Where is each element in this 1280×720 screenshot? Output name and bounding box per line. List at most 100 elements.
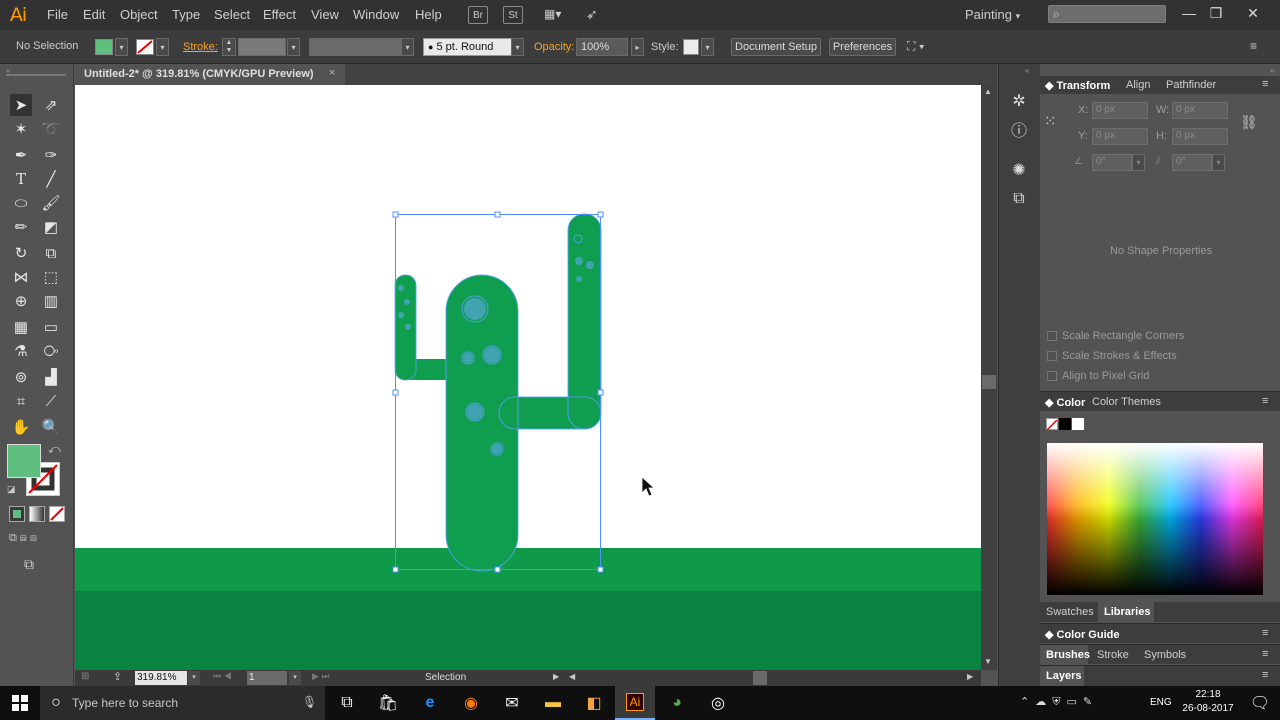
- control-panel-menu-icon[interactable]: ≡: [1250, 39, 1257, 53]
- column-graph-tool-icon[interactable]: ▟: [40, 366, 62, 388]
- opacity-label[interactable]: Opacity:: [534, 41, 574, 53]
- first-artboard-icon[interactable]: ⏮ ◀: [213, 671, 232, 682]
- rotate-tool-icon[interactable]: ↻: [10, 242, 32, 264]
- file-explorer-icon[interactable]: ▬: [533, 686, 573, 720]
- transform-panel-menu-icon[interactable]: ≡: [1262, 78, 1268, 90]
- scroll-down-icon[interactable]: ▼: [984, 657, 992, 666]
- edge-icon[interactable]: e: [410, 686, 450, 720]
- direct-selection-tool-icon[interactable]: ⇗: [40, 94, 62, 116]
- scale-corners-checkbox[interactable]: [1047, 331, 1057, 341]
- tab-pathfinder[interactable]: Pathfinder: [1166, 79, 1216, 91]
- info-icon[interactable]: ⓘ: [1006, 116, 1032, 142]
- lasso-tool-icon[interactable]: ➰: [40, 118, 62, 140]
- vertical-scrollbar[interactable]: ▲ ▼: [981, 85, 997, 670]
- stroke-weight-dropdown[interactable]: ▾: [287, 38, 300, 56]
- menu-help[interactable]: Help: [415, 7, 442, 22]
- default-colors-icon[interactable]: ◪: [7, 484, 16, 495]
- brushes-menu-icon[interactable]: ≡: [1262, 648, 1268, 660]
- close-tab-icon[interactable]: ×: [329, 67, 335, 79]
- menu-edit[interactable]: Edit: [83, 7, 105, 22]
- taskbar-search-box[interactable]: ○ Type here to search 🎙: [40, 686, 325, 720]
- graphic-style-swatch[interactable]: [683, 39, 699, 55]
- eyedropper-tool-icon[interactable]: ⚗: [10, 340, 32, 362]
- workspace-switcher[interactable]: Painting ▾: [965, 7, 1020, 22]
- stock-button[interactable]: St: [503, 6, 523, 24]
- stroke-swatch[interactable]: [136, 39, 154, 55]
- firefox-icon[interactable]: ◉: [451, 686, 491, 720]
- paintbrush-tool-icon[interactable]: 🖌: [40, 192, 62, 214]
- last-artboard-icon[interactable]: ▶ ⏭: [312, 671, 330, 682]
- fill-swatch[interactable]: [95, 39, 113, 55]
- language-indicator[interactable]: ENG: [1150, 697, 1172, 708]
- color-spectrum[interactable]: [1047, 443, 1263, 595]
- magic-wand-tool-icon[interactable]: ✶: [10, 118, 32, 140]
- arrange-icon[interactable]: ⛶ ▾: [907, 39, 925, 54]
- action-center-icon[interactable]: 🗨: [1240, 686, 1280, 720]
- tab-transform[interactable]: ◆ Transform: [1045, 79, 1110, 92]
- mesh-tool-icon[interactable]: ▦: [10, 316, 32, 338]
- opacity-slider-toggle[interactable]: ▸: [631, 38, 644, 56]
- bridge-button[interactable]: Br: [468, 6, 488, 24]
- search-stock-input[interactable]: ⌕: [1048, 5, 1166, 23]
- fill-color-box[interactable]: [7, 444, 41, 478]
- shape-builder-tool-icon[interactable]: ⊕: [10, 290, 32, 312]
- document-tab[interactable]: Untitled-2* @ 319.81% (CMYK/GPU Preview)…: [75, 64, 345, 85]
- blend-tool-icon[interactable]: ⧂: [40, 340, 62, 362]
- scroll-right-icon[interactable]: ▶: [967, 672, 973, 681]
- scroll-left-icon[interactable]: ◀: [569, 672, 575, 681]
- gradient-mode-button[interactable]: [29, 506, 45, 522]
- constrain-proportions-icon[interactable]: ⛓: [1240, 114, 1258, 131]
- menu-view[interactable]: View: [311, 7, 339, 22]
- tab-symbols[interactable]: Symbols: [1144, 649, 1186, 661]
- appearance-icon[interactable]: ✺: [1006, 157, 1032, 183]
- rotate-input[interactable]: 0°: [1092, 154, 1132, 171]
- outlook-icon[interactable]: ◧: [574, 686, 614, 720]
- scale-tool-icon[interactable]: ⧉: [40, 242, 62, 264]
- taskbar-clock[interactable]: 22:18 26-08-2017: [1182, 688, 1234, 716]
- layers-menu-icon[interactable]: ≡: [1262, 669, 1268, 681]
- artboard-nav-icon[interactable]: ⊞: [81, 671, 89, 682]
- scroll-up-icon[interactable]: ▲: [984, 87, 992, 96]
- store-icon[interactable]: 🛍: [368, 686, 408, 720]
- zoom-tool-icon[interactable]: 🔍: [40, 416, 62, 438]
- export-icon[interactable]: ⇪: [113, 670, 122, 683]
- stroke-weight-stepper[interactable]: ▲ ▼: [222, 38, 236, 56]
- x-input[interactable]: 0 px: [1092, 102, 1148, 119]
- stroke-weight-input[interactable]: [238, 38, 286, 56]
- width-tool-icon[interactable]: ⋈: [10, 266, 32, 288]
- selection-tool-icon[interactable]: ➤: [10, 94, 32, 116]
- preferences-button[interactable]: Preferences: [829, 38, 896, 56]
- arrange-documents-icon[interactable]: ▦▾: [544, 7, 572, 23]
- menu-effect[interactable]: Effect: [263, 7, 296, 22]
- fill-dropdown[interactable]: ▾: [115, 38, 128, 56]
- menu-object[interactable]: Object: [120, 7, 158, 22]
- navigator-icon[interactable]: ✲: [1006, 88, 1032, 114]
- tab-stroke[interactable]: Stroke: [1097, 649, 1129, 661]
- brush-definition[interactable]: ● 5 pt. Round: [423, 38, 513, 56]
- zoom-dropdown[interactable]: ▾: [188, 671, 200, 685]
- microphone-icon[interactable]: 🎙: [302, 695, 317, 709]
- illustrator-taskbar-icon[interactable]: Ai: [615, 686, 655, 720]
- system-tray-icons[interactable]: ⌃☁⛨▭✎: [1020, 695, 1098, 709]
- artboard-dropdown[interactable]: ▾: [289, 671, 301, 685]
- menu-file[interactable]: File: [47, 7, 68, 22]
- screen-mode-icon[interactable]: ⧉: [24, 556, 34, 573]
- reference-point-icon[interactable]: ⁙: [1044, 112, 1064, 132]
- status-menu-arrow[interactable]: ▶: [553, 672, 559, 681]
- chrome-icon[interactable]: ◕: [657, 686, 697, 720]
- restore-icon[interactable]: ❐: [1203, 2, 1229, 24]
- obs-icon[interactable]: ◎: [698, 686, 738, 720]
- expand-strip-icon[interactable]: «: [1025, 66, 1029, 75]
- windows-start-icon[interactable]: [0, 686, 40, 720]
- vertical-scroll-thumb[interactable]: [982, 375, 996, 389]
- pen-tool-icon[interactable]: ✒: [10, 144, 32, 166]
- mail-icon[interactable]: ✉: [492, 686, 532, 720]
- task-view-icon[interactable]: ⧉: [327, 686, 367, 720]
- tab-align[interactable]: Align: [1126, 79, 1150, 91]
- tab-color-themes[interactable]: Color Themes: [1092, 396, 1161, 408]
- minimize-icon[interactable]: —: [1176, 2, 1202, 24]
- perspective-grid-tool-icon[interactable]: ▥: [40, 290, 62, 312]
- scale-strokes-checkbox[interactable]: [1047, 351, 1057, 361]
- tab-libraries[interactable]: Libraries: [1098, 602, 1154, 622]
- close-icon[interactable]: ✕: [1240, 2, 1266, 24]
